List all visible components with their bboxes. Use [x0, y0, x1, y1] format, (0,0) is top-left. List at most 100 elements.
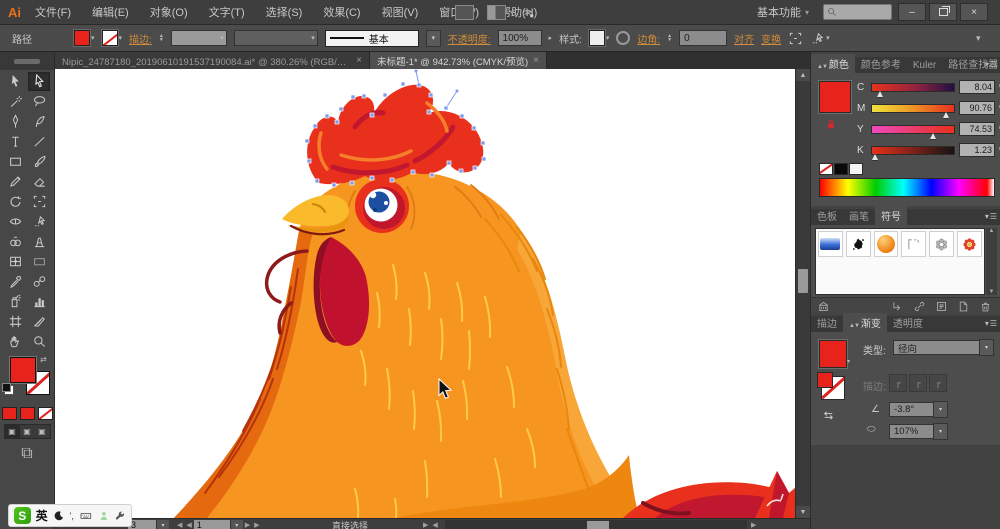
punctuation-icon[interactable]: ’,: [69, 511, 74, 521]
opacity-link[interactable]: 不透明度:: [448, 31, 491, 46]
tab-color-guide[interactable]: 颜色参考: [855, 54, 907, 73]
new-symbol-icon[interactable]: [957, 300, 970, 313]
symbol-corner-frame[interactable]: [901, 231, 926, 257]
panel-menu-icon[interactable]: ▾: [985, 212, 997, 221]
artboard-field[interactable]: 1: [194, 520, 230, 529]
gradient-type-dropdown[interactable]: ▾: [979, 339, 994, 356]
opacity-field[interactable]: 100%: [498, 30, 542, 46]
color-mode-button[interactable]: [2, 407, 17, 420]
vertical-scrollbar[interactable]: ▲ ▼: [795, 69, 810, 518]
zoom-tool[interactable]: [28, 332, 50, 351]
cyan-slider[interactable]: [871, 83, 955, 92]
scroll-left-icon[interactable]: ◀: [432, 521, 437, 529]
symbols-scrollbar[interactable]: ▲▼: [986, 228, 997, 295]
transform-link[interactable]: 变换: [761, 31, 781, 46]
magenta-slider[interactable]: [871, 104, 955, 113]
symbol-gradient-ribbon[interactable]: [818, 231, 843, 257]
symbol-options-icon[interactable]: [935, 300, 948, 313]
opacity-spinner[interactable]: ▸: [549, 34, 553, 42]
align-link[interactable]: 对齐: [734, 31, 754, 46]
horizontal-scrollbar[interactable]: [445, 520, 747, 529]
draw-normal-button[interactable]: ▣: [5, 425, 20, 438]
magenta-value[interactable]: 90.76: [959, 101, 995, 115]
tab-transparency[interactable]: 透明度: [887, 313, 929, 332]
fill-proxy[interactable]: [10, 357, 36, 383]
delete-symbol-icon[interactable]: [979, 300, 992, 313]
brush-dropdown-button[interactable]: ▾: [426, 30, 441, 47]
slice-tool[interactable]: [28, 312, 50, 331]
style-swatch-button[interactable]: ▾: [589, 30, 610, 46]
cs-live-icon[interactable]: [520, 0, 535, 24]
corner-stepper[interactable]: ▲▼: [667, 34, 672, 42]
minimize-button[interactable]: –: [898, 3, 926, 21]
workspace-switcher[interactable]: 基本功能 ▾: [757, 0, 809, 24]
group-selection-tool[interactable]: [28, 212, 50, 231]
type-tool[interactable]: [4, 132, 26, 151]
aspect-dropdown[interactable]: ▾: [933, 423, 948, 440]
status-expand-icon[interactable]: ▶: [423, 521, 428, 529]
scroll-down-icon[interactable]: ▼: [796, 506, 810, 518]
keyboard-icon[interactable]: [79, 510, 93, 522]
selection-tool[interactable]: [4, 72, 26, 91]
angle-dropdown[interactable]: ▾: [933, 401, 948, 418]
ime-language[interactable]: 英: [36, 507, 48, 524]
pencil-tool[interactable]: [4, 172, 26, 191]
artboard-canvas[interactable]: [55, 69, 795, 518]
tab-kuler[interactable]: Kuler: [907, 58, 942, 73]
shape-builder-tool[interactable]: [4, 232, 26, 251]
artboard-tool[interactable]: [4, 312, 26, 331]
scroll-up-icon[interactable]: ▲: [796, 69, 810, 81]
tab-gradient[interactable]: ▲▼渐变: [843, 313, 887, 332]
menu-edit[interactable]: 编辑(E): [92, 4, 129, 20]
person-icon[interactable]: [98, 510, 110, 522]
default-fill-stroke-icon[interactable]: [4, 385, 14, 395]
ime-toolbar[interactable]: S 英 ’,: [8, 504, 132, 527]
stroke-weight-dropdown[interactable]: ▾: [171, 30, 227, 46]
menu-view[interactable]: 视图(V): [382, 4, 419, 20]
artboard-dropdown[interactable]: ▾: [230, 520, 243, 529]
tab-symbols[interactable]: 符号: [875, 206, 907, 225]
panel-menu-icon[interactable]: ▾: [985, 60, 997, 69]
symbol-sprayer-tool[interactable]: [4, 292, 26, 311]
tools-panel-grip[interactable]: [0, 52, 54, 70]
line-segment-tool[interactable]: [28, 132, 50, 151]
tab-color[interactable]: ▲▼颜色: [811, 54, 855, 73]
horizontal-scroll-thumb[interactable]: [587, 521, 609, 529]
close-icon[interactable]: ×: [533, 55, 539, 66]
tab-stroke[interactable]: 描边: [811, 313, 843, 332]
cyan-value[interactable]: 8.04: [959, 80, 995, 94]
gradient-stroke-fill-swatch[interactable]: [817, 372, 833, 388]
restore-button[interactable]: [929, 3, 957, 21]
free-transform-tool[interactable]: [28, 192, 50, 211]
panel-menu-icon[interactable]: ▾: [976, 33, 992, 44]
tab-brushes[interactable]: 画笔: [843, 206, 875, 225]
symbol-orange-orb[interactable]: [874, 231, 899, 257]
yellow-value[interactable]: 74.53: [959, 122, 995, 136]
swap-fill-stroke-icon[interactable]: ⇄: [40, 355, 47, 364]
document-tab-1[interactable]: Nipic_24787180_20190610191537190084.ai* …: [55, 52, 370, 69]
draw-behind-button[interactable]: ▣: [20, 425, 35, 438]
hand-tool[interactable]: [4, 332, 26, 351]
gradient-type-value[interactable]: 径向: [893, 340, 987, 355]
width-tool[interactable]: [4, 212, 26, 231]
none-mode-button[interactable]: [38, 407, 53, 420]
fill-color-proxy[interactable]: [819, 81, 851, 113]
zoom-dropdown[interactable]: ▾: [156, 520, 169, 529]
corner-field[interactable]: 0: [679, 30, 727, 46]
color-spectrum-bar[interactable]: [819, 178, 995, 197]
draw-inside-button[interactable]: ▣: [35, 425, 50, 438]
rotate-tool[interactable]: [4, 192, 26, 211]
yellow-slider[interactable]: [871, 125, 955, 134]
document-tab-2[interactable]: 未标题-1* @ 942.73% (CMYK/预览) ×: [370, 52, 547, 69]
gradient-aspect-field[interactable]: 107%: [889, 424, 939, 439]
close-icon[interactable]: ×: [356, 55, 362, 66]
zoom-field[interactable]: 3: [128, 520, 156, 529]
symbol-library-icon[interactable]: [817, 300, 830, 313]
moon-icon[interactable]: [53, 510, 65, 522]
symbol-swirl-wreath[interactable]: [929, 231, 954, 257]
reverse-gradient-icon[interactable]: [821, 408, 836, 423]
recolor-artwork-icon[interactable]: [616, 31, 630, 45]
menu-object[interactable]: 对象(O): [150, 4, 188, 20]
quill-tool[interactable]: [28, 112, 50, 131]
gradient-fill-swatch[interactable]: [819, 340, 847, 368]
